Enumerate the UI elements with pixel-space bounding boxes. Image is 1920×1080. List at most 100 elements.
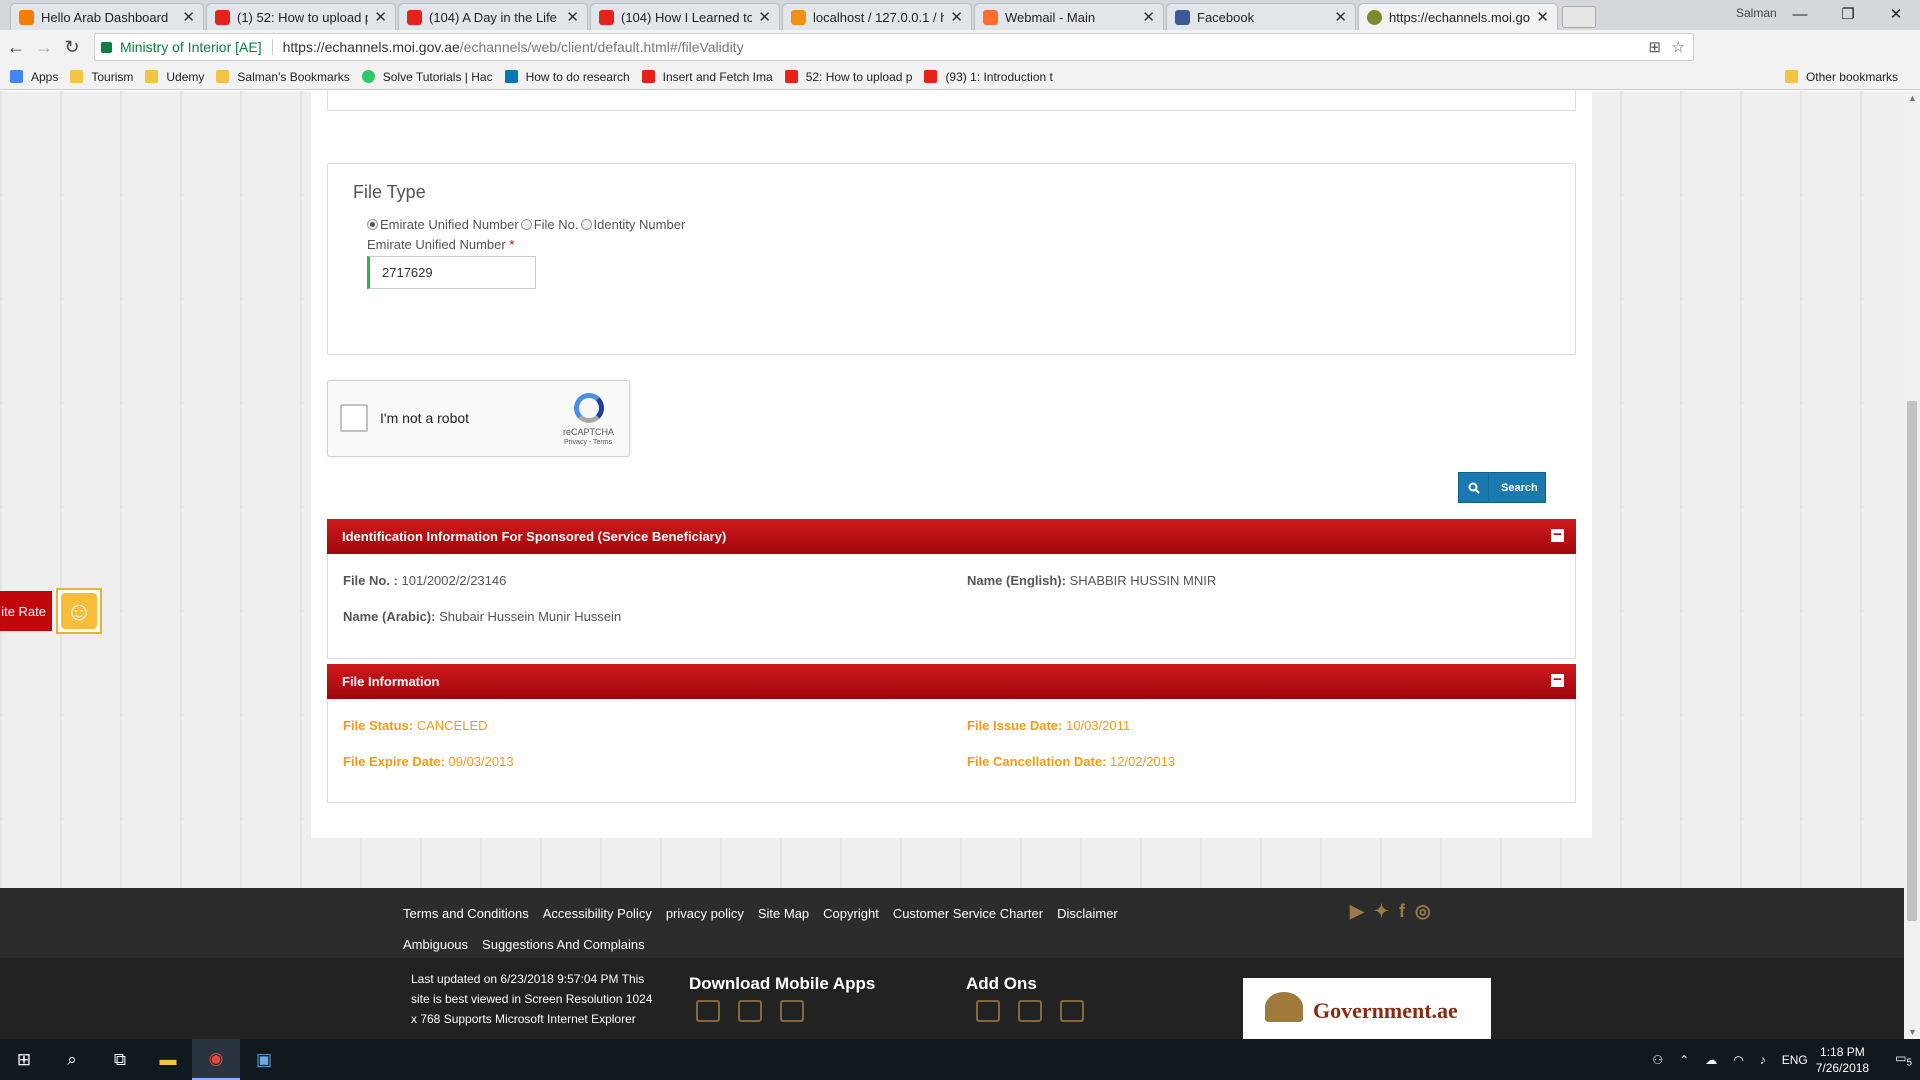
page-scrollbar[interactable]: ▲ ▼: [1904, 91, 1920, 1039]
people-icon[interactable]: ⚇: [1652, 1053, 1663, 1067]
pdf-document-icon[interactable]: [1018, 1000, 1042, 1022]
close-icon[interactable]: ✕: [758, 8, 771, 26]
government-ae-logo[interactable]: Government.ae: [1243, 978, 1491, 1039]
bookmark-label: Salman's Bookmarks: [237, 69, 350, 84]
footer-link-suggestions[interactable]: Suggestions And Complains: [482, 929, 645, 960]
forward-icon[interactable]: →: [32, 37, 56, 58]
browser-tab-strip: Hello Arab Dashboard ✕ (1) 52: How to upl…: [0, 0, 1920, 30]
footer-link-accessibility[interactable]: Accessibility Policy: [543, 898, 652, 929]
android-icon[interactable]: [696, 1000, 720, 1022]
scroll-down-icon[interactable]: ▼: [1908, 1027, 1917, 1037]
file-cancellation-date-value: 12/02/2013: [1110, 754, 1176, 769]
onedrive-icon[interactable]: ☁: [1705, 1053, 1717, 1067]
footer-link-terms[interactable]: Terms and Conditions: [403, 898, 529, 929]
radio-emirate-unified-number[interactable]: [367, 219, 378, 230]
radio-label: Emirate Unified Number: [380, 217, 519, 232]
identification-panel-header[interactable]: Identification Information For Sponsored…: [327, 519, 1576, 554]
new-tab-button[interactable]: [1562, 6, 1596, 28]
clock[interactable]: 1:18 PM 7/26/2018: [1816, 1044, 1869, 1076]
twitter-icon[interactable]: ✦: [1374, 901, 1389, 922]
bookmark-salmans[interactable]: Salman's Bookmarks: [216, 69, 350, 84]
close-window-icon[interactable]: ✕: [1872, 5, 1920, 23]
youtube-icon: [784, 70, 798, 83]
maximize-icon[interactable]: ❐: [1824, 5, 1872, 23]
footer-link-disclaimer[interactable]: Disclaimer: [1057, 898, 1118, 929]
footer-link-sitemap[interactable]: Site Map: [758, 898, 809, 929]
app-icon[interactable]: ▣: [240, 1039, 288, 1080]
close-icon[interactable]: ✕: [1536, 8, 1549, 26]
windows-start-icon[interactable]: ⊞: [0, 1039, 48, 1080]
tab-facebook[interactable]: Facebook ✕: [1166, 3, 1356, 30]
minimize-icon[interactable]: —: [1776, 6, 1824, 23]
file-explorer-icon[interactable]: ▬: [144, 1039, 192, 1080]
close-icon[interactable]: ✕: [1334, 8, 1347, 26]
bookmark-research[interactable]: How to do research: [504, 70, 630, 84]
close-icon[interactable]: ✕: [182, 8, 195, 26]
radio-identity-number[interactable]: [580, 219, 592, 230]
recaptcha-terms-link[interactable]: Privacy - Terms: [564, 439, 612, 446]
volume-icon[interactable]: ♪: [1760, 1053, 1766, 1067]
bookmark-upload[interactable]: 52: How to upload p: [784, 70, 912, 84]
facebook-icon[interactable]: f: [1399, 901, 1405, 922]
tab-youtube-learned[interactable]: (104) How I Learned to C ✕: [590, 3, 780, 30]
bookmark-label: Solve Tutorials | Hac: [382, 69, 493, 84]
apple-icon[interactable]: [738, 1000, 762, 1022]
youtube-icon[interactable]: ▶: [1350, 901, 1364, 922]
scroll-up-icon[interactable]: ▲: [1908, 93, 1917, 103]
tab-youtube-upload[interactable]: (1) 52: How to upload pro ✕: [206, 3, 396, 30]
star-icon[interactable]: ☆: [1672, 38, 1685, 56]
close-icon[interactable]: ✕: [1142, 8, 1155, 26]
bookmark-introduction[interactable]: (93) 1: Introduction t: [924, 70, 1053, 84]
bookmark-udemy[interactable]: Udemy: [145, 70, 204, 84]
rate-website-widget[interactable]: ite Rate ☺: [0, 588, 102, 634]
excel-document-icon[interactable]: [1060, 1000, 1084, 1022]
bookmark-apps[interactable]: Apps: [10, 70, 58, 84]
bookmark-other[interactable]: Other bookmarks: [1784, 70, 1898, 84]
show-hidden-icons[interactable]: ⌃: [1679, 1053, 1689, 1067]
close-icon[interactable]: ✕: [374, 8, 387, 26]
file-information-panel-header[interactable]: File Information −: [327, 664, 1576, 699]
footer-link-copyright[interactable]: Copyright: [823, 898, 879, 929]
translate-icon[interactable]: ⊞: [1648, 38, 1661, 56]
address-bar[interactable]: Ministry of Interior [AE] https://echann…: [94, 33, 1694, 61]
rate-button[interactable]: ite Rate: [0, 591, 52, 631]
tab-title: localhost / 127.0.0.1 / hel: [813, 9, 945, 25]
close-icon[interactable]: ✕: [566, 8, 579, 26]
collapse-icon[interactable]: −: [1551, 527, 1564, 542]
task-view-icon[interactable]: ⧉: [96, 1039, 144, 1080]
instagram-icon[interactable]: ◎: [1415, 901, 1431, 922]
phpmyadmin-icon: [791, 9, 806, 25]
back-icon[interactable]: ←: [4, 37, 28, 58]
search-icon[interactable]: ⌕: [48, 1039, 96, 1080]
smiley-icon[interactable]: ☺: [56, 588, 102, 634]
language-indicator[interactable]: ENG: [1782, 1053, 1808, 1067]
emirate-unified-number-input[interactable]: 2717629: [367, 256, 536, 289]
word-document-icon[interactable]: [976, 1000, 1000, 1022]
site-identity[interactable]: Ministry of Interior [AE]: [95, 39, 262, 55]
tab-youtube-day[interactable]: (104) A Day in the Life of ✕: [398, 3, 588, 30]
bookmark-solve-tutorials[interactable]: Solve Tutorials | Hac: [361, 69, 493, 84]
bookmark-insert-fetch[interactable]: Insert and Fetch Ima: [641, 70, 773, 84]
tab-phpmyadmin[interactable]: localhost / 127.0.0.1 / hel ✕: [782, 3, 972, 30]
wifi-icon[interactable]: ◠: [1733, 1053, 1743, 1067]
bookmark-tourism[interactable]: Tourism: [70, 70, 133, 84]
collapse-icon[interactable]: −: [1551, 672, 1564, 687]
footer-link-privacy[interactable]: privacy policy: [666, 898, 744, 929]
name-english-value: SHABBIR HUSSIN MNIR: [1069, 573, 1217, 588]
radio-file-no[interactable]: [520, 219, 532, 230]
windows-icon[interactable]: [780, 1000, 804, 1022]
footer-link-charter[interactable]: Customer Service Charter: [893, 898, 1043, 929]
tab-hello-arab[interactable]: Hello Arab Dashboard ✕: [10, 3, 204, 30]
url-text[interactable]: https://echannels.moi.gov.ae/echannels/w…: [283, 39, 744, 55]
reload-icon[interactable]: ↻: [60, 37, 84, 58]
profile-name[interactable]: Salman: [1736, 6, 1777, 20]
footer-link-ambiguous[interactable]: Ambiguous: [403, 929, 468, 960]
scroll-thumb[interactable]: [1907, 401, 1917, 921]
notifications-icon[interactable]: ▭5: [1895, 1051, 1912, 1068]
search-button[interactable]: Search: [1458, 472, 1546, 503]
tab-webmail[interactable]: Webmail - Main ✕: [974, 3, 1164, 30]
close-icon[interactable]: ✕: [950, 8, 963, 26]
chrome-icon[interactable]: ◉: [192, 1039, 240, 1080]
recaptcha-checkbox[interactable]: [340, 404, 368, 432]
tab-moi-echannels[interactable]: https://echannels.moi.go ✕: [1358, 3, 1558, 30]
